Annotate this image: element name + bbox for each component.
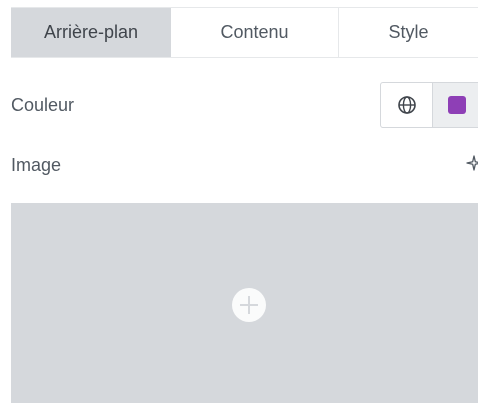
- color-swatch: [448, 96, 466, 114]
- background-settings-panel: Arrière-plan Contenu Style Couleur Image: [0, 0, 478, 403]
- globe-icon: [397, 96, 416, 114]
- color-control: [380, 82, 478, 128]
- tab-content[interactable]: Contenu: [171, 8, 339, 57]
- sparkle-icon[interactable]: [466, 152, 478, 174]
- tab-style[interactable]: Style: [339, 8, 478, 57]
- image-label: Image: [11, 155, 62, 175]
- plus-circle-icon[interactable]: [232, 288, 266, 322]
- color-label: Couleur: [11, 95, 75, 115]
- color-picker-button[interactable]: [433, 83, 478, 127]
- tabs-bar: Arrière-plan Contenu Style: [11, 7, 478, 58]
- global-colors-button[interactable]: [381, 83, 433, 127]
- tab-background[interactable]: Arrière-plan: [11, 8, 171, 57]
